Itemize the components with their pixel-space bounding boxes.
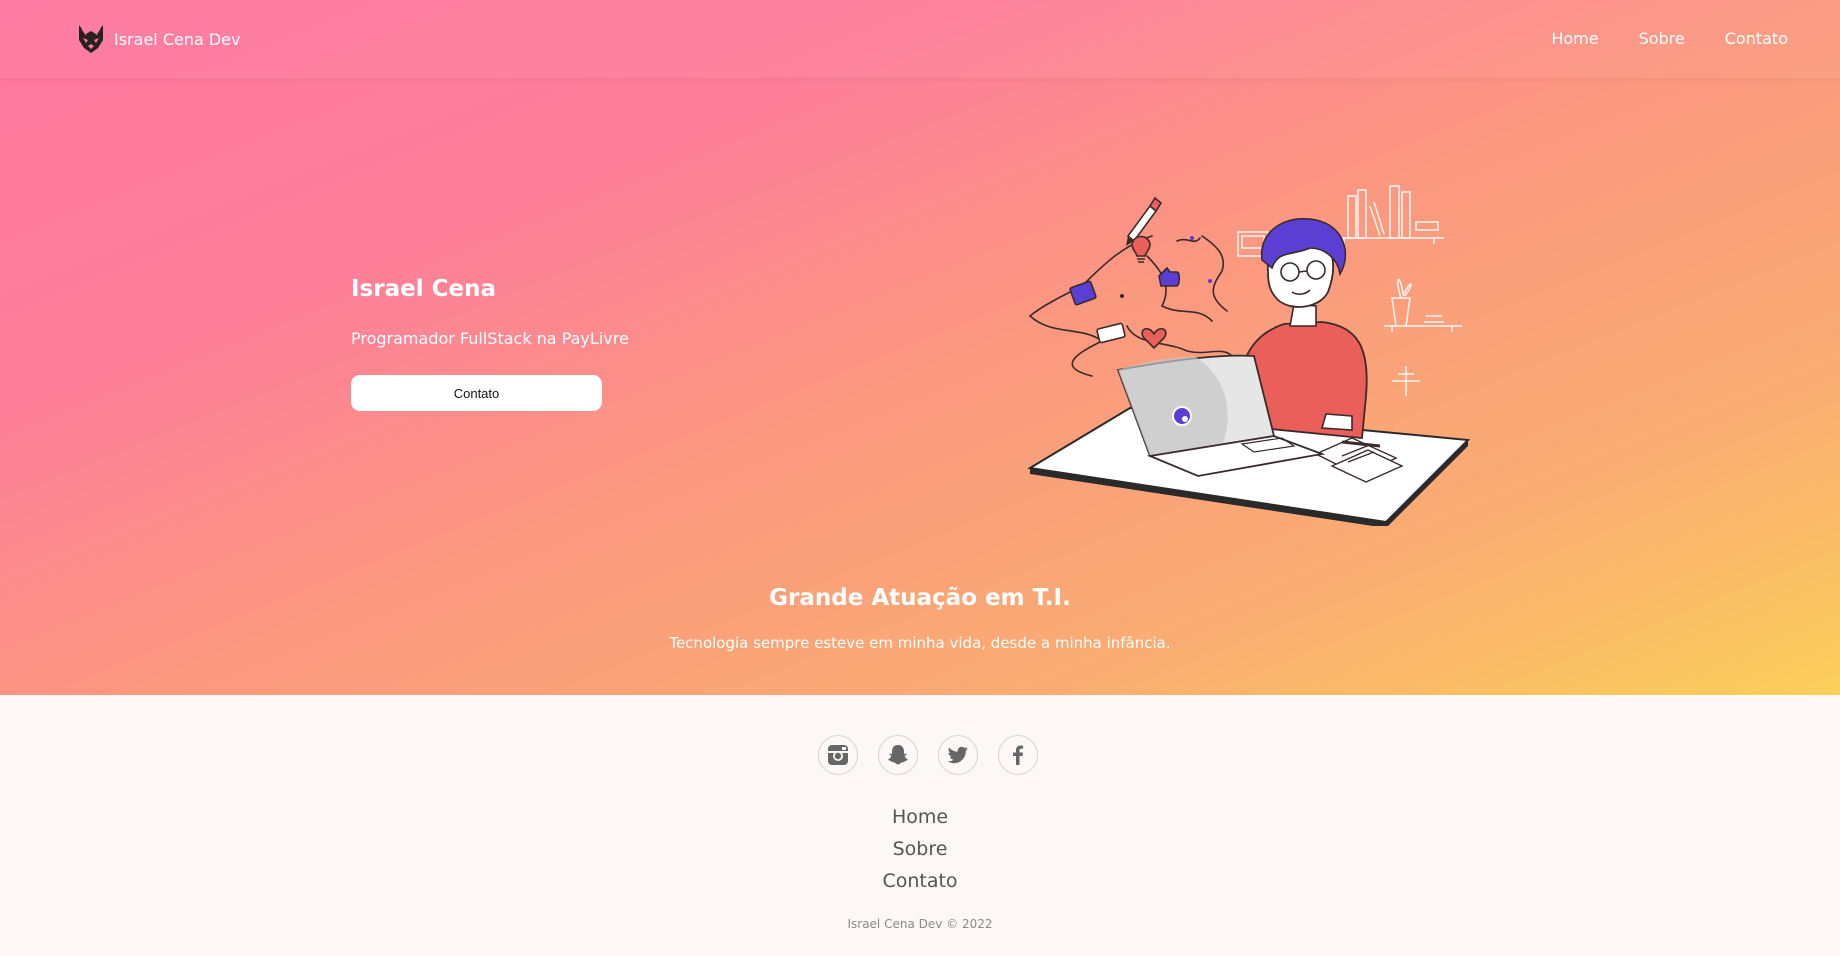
- hero-title: Israel Cena: [351, 276, 496, 302]
- nav-link-sobre[interactable]: Sobre: [1639, 26, 1685, 52]
- nav-link-contato[interactable]: Contato: [1725, 26, 1788, 52]
- snapchat-link[interactable]: [878, 735, 918, 775]
- lightbulb-doodle-icon: [1131, 235, 1151, 263]
- hero-section: Israel Cena Dev Home Sobre Contato Israe…: [0, 0, 1840, 695]
- brand-link[interactable]: Israel Cena Dev: [74, 22, 241, 56]
- footer-link-contato[interactable]: Contato: [0, 865, 1840, 897]
- about-teaser: Grande Atuação em T.I. Tecnologia sempre…: [0, 578, 1840, 655]
- developer-illustration: [1027, 185, 1471, 526]
- facebook-icon: [1013, 745, 1024, 765]
- site-footer: Home Sobre Contato Israel Cena Dev © 202…: [0, 695, 1840, 956]
- twitter-icon: [947, 746, 968, 764]
- social-links: [818, 735, 1038, 775]
- footer-link-home[interactable]: Home: [0, 801, 1840, 833]
- footer-nav: Home Sobre Contato: [0, 801, 1840, 897]
- section-title: Grande Atuação em T.I.: [769, 585, 1071, 611]
- copyright-text: Israel Cena Dev © 2022: [847, 917, 993, 931]
- wolf-logo-icon: [79, 25, 103, 53]
- ticket-doodle-icon: [1096, 322, 1126, 344]
- instagram-icon: [828, 745, 848, 765]
- heart-doodle-icon: [1141, 327, 1167, 350]
- contact-button[interactable]: Contato: [351, 375, 602, 411]
- main-nav: Home Sobre Contato: [1511, 26, 1788, 52]
- twitter-link[interactable]: [938, 735, 978, 775]
- footer-link-sobre[interactable]: Sobre: [0, 833, 1840, 865]
- thumbs-up-doodle-icon: [1158, 266, 1181, 287]
- instagram-link[interactable]: [818, 735, 858, 775]
- top-navbar: Israel Cena Dev Home Sobre Contato: [0, 0, 1840, 78]
- brand-name: Israel Cena Dev: [114, 29, 241, 49]
- section-text: Tecnologia sempre esteve em minha vida, …: [669, 634, 1171, 652]
- hero-intro: Israel Cena Programador FullStack na Pay…: [351, 272, 641, 411]
- nav-link-home[interactable]: Home: [1551, 26, 1598, 52]
- facebook-link[interactable]: [998, 735, 1038, 775]
- hero-subtitle: Programador FullStack na PayLivre: [351, 329, 629, 348]
- book-doodle-icon: [1069, 280, 1097, 306]
- snapchat-icon: [888, 745, 908, 765]
